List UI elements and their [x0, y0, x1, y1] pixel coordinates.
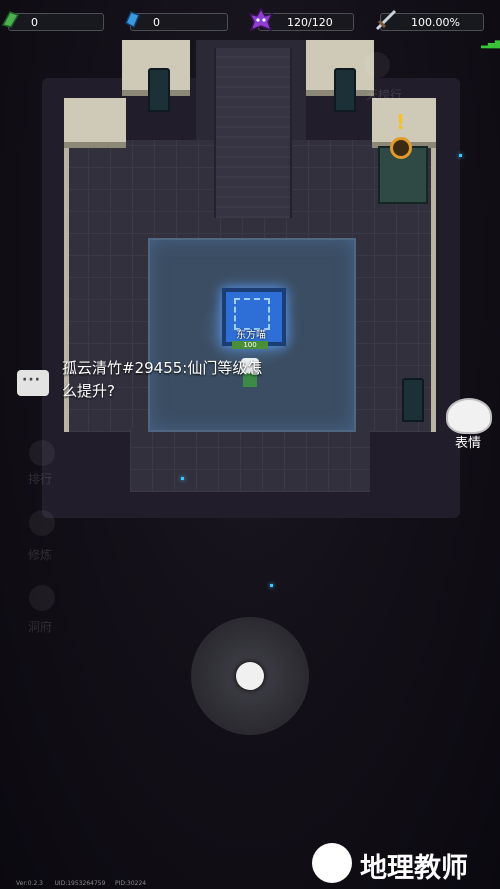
- east-wall-edge: [431, 142, 436, 432]
- ghost-icon-2[interactable]: [29, 510, 55, 536]
- dungeon-floor-south: [130, 428, 370, 492]
- stone-carpet: [214, 48, 292, 218]
- chat-dots: ···: [22, 372, 41, 388]
- joystick-knob[interactable]: [236, 662, 264, 690]
- player-name: 东方喵: [236, 330, 266, 341]
- pid-text: PID:30224: [114, 880, 147, 887]
- ghost-icon-3[interactable]: [29, 585, 55, 611]
- quest-ring-icon[interactable]: [390, 137, 412, 159]
- ghost-menu-item-3[interactable]: 洞府: [28, 618, 52, 635]
- jade-value: 0: [31, 16, 38, 29]
- ghost-menu-item-1[interactable]: 排行: [28, 470, 52, 487]
- build-info: Ver:0.2.3 UID:1953264759 PID:30224: [16, 880, 146, 887]
- signal-icon: ▂▄▆: [481, 39, 500, 49]
- jade-icon: [1, 11, 20, 28]
- statue-north-left: [148, 68, 170, 112]
- crystal-value: 0: [153, 16, 160, 29]
- watermark-text: 地理教师: [360, 853, 468, 884]
- version-text: Ver:0.2.3: [16, 880, 43, 887]
- ghost-icon-1[interactable]: [29, 440, 55, 466]
- stamina-value: 120/120: [287, 16, 333, 29]
- chat-message[interactable]: 孤云清竹#29455:仙门等级怎么提升?: [62, 357, 272, 403]
- statue-north-right: [334, 68, 356, 112]
- player-hp-bar: 100: [232, 341, 268, 349]
- ranking-ghost-icon[interactable]: [364, 52, 390, 78]
- ghost-menu-top-right[interactable]: 天榜行: [366, 86, 402, 103]
- jade-counter[interactable]: 0: [8, 13, 104, 31]
- emote-label[interactable]: 表情: [448, 432, 488, 451]
- statue-east: [402, 378, 424, 422]
- watermark-logo-icon: [312, 843, 352, 883]
- crystal-icon: [125, 11, 140, 29]
- sparkle: [459, 154, 462, 157]
- uid-text: UID:1953264759: [54, 880, 106, 887]
- emote-icon[interactable]: [446, 398, 492, 434]
- ledge-northwest: [64, 98, 126, 148]
- ghost-menu-item-2[interactable]: 修炼: [28, 546, 52, 563]
- demon-icon: [248, 7, 274, 32]
- sparkle: [270, 584, 273, 587]
- sword-icon: [375, 9, 397, 31]
- progress-value: 100.00%: [411, 16, 460, 29]
- crystal-counter[interactable]: 0: [130, 13, 228, 31]
- sparkle: [181, 477, 184, 480]
- exclamation-icon: !: [396, 110, 406, 134]
